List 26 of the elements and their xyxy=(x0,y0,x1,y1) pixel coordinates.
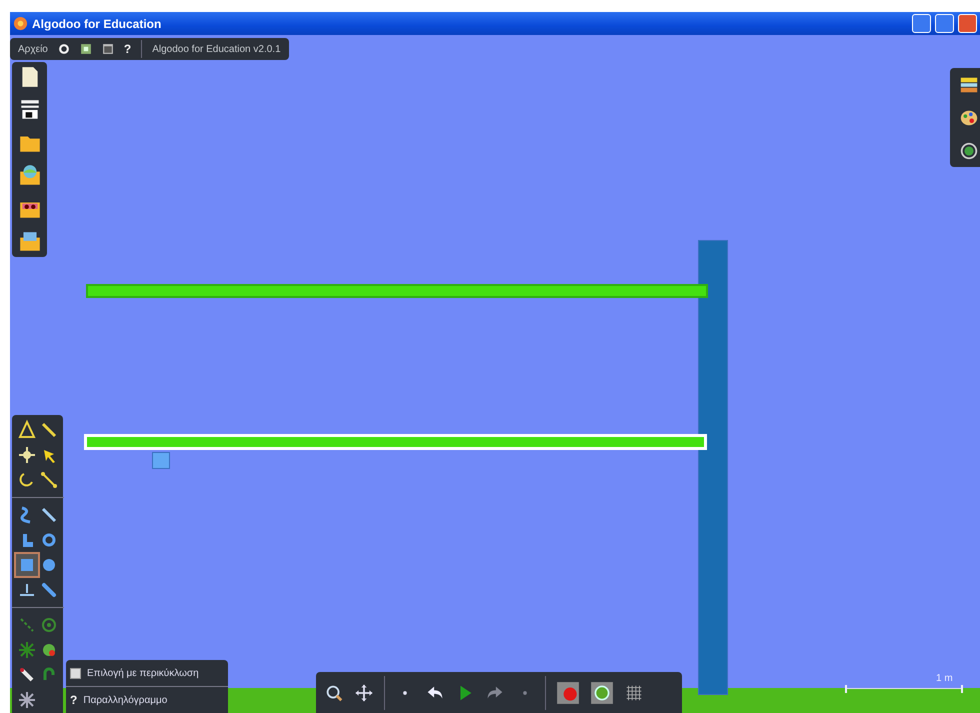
zoom-icon[interactable] xyxy=(324,682,344,702)
checkbox[interactable] xyxy=(70,668,81,678)
checkbox-label[interactable]: Επιλογή με περικύκλωση xyxy=(87,668,199,678)
version-label: Algodoo for Education v2.0.1 xyxy=(152,44,281,54)
minimize-button[interactable] xyxy=(912,14,931,33)
window-icon[interactable] xyxy=(102,43,114,55)
ring-icon[interactable] xyxy=(58,43,70,55)
help-button[interactable]: ? xyxy=(124,42,132,56)
image-icon[interactable] xyxy=(80,43,92,55)
scale-label: 1 m xyxy=(936,673,953,684)
maximize-button[interactable] xyxy=(935,14,954,33)
crosshair-icon[interactable] xyxy=(16,444,38,466)
triangle-icon[interactable] xyxy=(16,419,38,441)
window-title: Algodoo for Education xyxy=(32,16,162,30)
grid-icon[interactable] xyxy=(624,682,644,702)
shape-label: Παραλληλόγραμμο xyxy=(83,694,168,706)
move-icon[interactable] xyxy=(354,682,374,702)
star-icon[interactable] xyxy=(16,639,38,661)
palette-icon[interactable] xyxy=(959,108,979,128)
layers-icon[interactable] xyxy=(959,74,979,94)
close-button[interactable] xyxy=(958,14,977,33)
settings-icon[interactable] xyxy=(959,140,979,160)
file-menu[interactable]: Αρχείο xyxy=(18,44,48,54)
app-logo-icon xyxy=(13,16,28,31)
star-icon[interactable] xyxy=(16,689,38,711)
help-button[interactable]: ? xyxy=(70,693,78,707)
